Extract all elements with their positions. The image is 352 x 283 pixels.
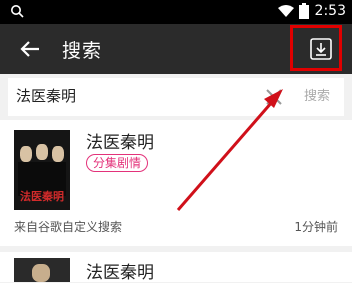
poster-image xyxy=(14,258,70,282)
arrow-left-icon[interactable] xyxy=(18,37,42,61)
page-title: 搜索 xyxy=(62,40,103,62)
status-bar: 2:53 xyxy=(0,0,352,24)
search-icon xyxy=(11,5,24,18)
result-card[interactable]: 法医秦明 xyxy=(0,252,352,283)
result-source: 来自谷歌自定义搜索 xyxy=(14,220,123,234)
battery-icon xyxy=(298,3,309,19)
episode-tag[interactable]: 分集剧情 xyxy=(86,154,149,172)
result-title[interactable]: 法医秦明 xyxy=(86,128,154,153)
result-card[interactable]: 法医秦明 法医秦明 分集剧情 来自谷歌自定义搜索 1分钟前 xyxy=(0,120,352,246)
search-input[interactable] xyxy=(16,78,236,116)
wifi-icon xyxy=(277,5,294,17)
status-time: 2:53 xyxy=(314,3,346,19)
search-button[interactable]: 搜索 xyxy=(304,78,330,116)
result-time: 1分钟前 xyxy=(294,220,338,234)
search-row: 搜索 xyxy=(8,78,344,116)
system-icons: 2:53 xyxy=(277,3,346,19)
result-title[interactable]: 法医秦明 xyxy=(86,258,154,283)
close-icon[interactable] xyxy=(264,87,284,107)
poster-image: 法医秦明 xyxy=(14,130,70,210)
highlight-box xyxy=(290,25,342,71)
poster-title: 法医秦明 xyxy=(20,190,64,203)
